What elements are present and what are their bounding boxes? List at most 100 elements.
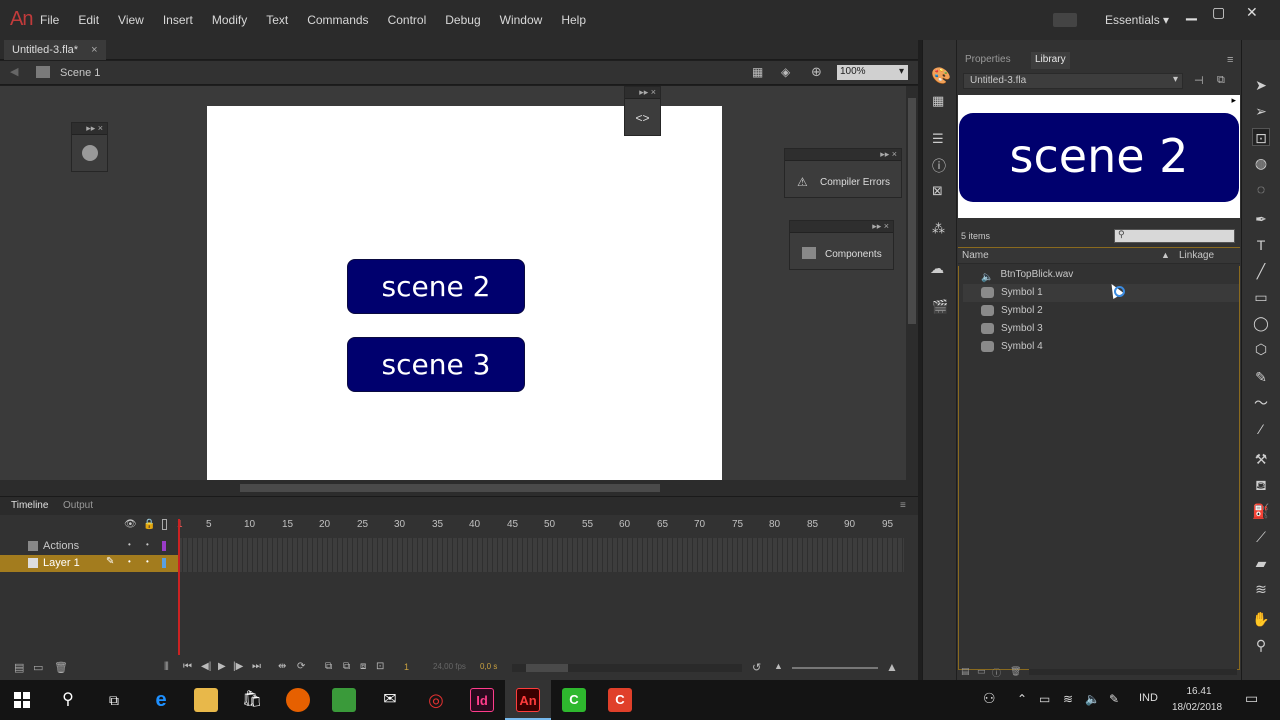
stage-vertical-scrollbar[interactable] [906, 86, 918, 480]
onion-skin-icon[interactable]: ⧉ [325, 661, 332, 672]
oval-tool-icon[interactable]: ◯ [1252, 314, 1270, 332]
timeline-hscroll[interactable] [512, 664, 742, 672]
bone-tool-icon[interactable]: ⚒ [1252, 450, 1270, 468]
fps-readout[interactable]: 24,00 fps [433, 662, 466, 671]
zoom-small-icon[interactable]: ▲ [774, 661, 783, 671]
animate-icon[interactable]: An [516, 688, 540, 712]
loop-icon[interactable]: ⟳ [297, 661, 305, 672]
layer-color-swatch[interactable] [162, 558, 166, 568]
center-frame-icon[interactable]: ⇹ [278, 661, 286, 672]
library-search-input[interactable]: ⚲ [1114, 229, 1235, 243]
step-back-icon[interactable]: ◀| [201, 661, 211, 672]
layer-row-layer-1[interactable]: Layer 1 ✎ • • [0, 555, 178, 572]
compiler-errors-label[interactable]: Compiler Errors [820, 177, 890, 188]
code-icon[interactable]: <> [625, 111, 660, 125]
selection-tool-icon[interactable]: ➤ [1252, 76, 1270, 94]
menu-help[interactable]: Help [561, 13, 586, 27]
list-item[interactable]: Symbol 1 [963, 284, 1239, 302]
polystar-tool-icon[interactable]: ⬡ [1252, 340, 1270, 358]
close-icon[interactable]: ✕ [1246, 4, 1258, 21]
new-library-panel-icon[interactable]: ⧉ [1217, 74, 1225, 87]
camtasia-icon[interactable]: C [562, 688, 586, 712]
document-tab[interactable]: Untitled-3.fla* × [4, 40, 106, 60]
scroll-thumb[interactable] [240, 484, 660, 492]
cc-libraries-icon[interactable]: ☁ [930, 260, 944, 277]
hand-tool-icon[interactable]: ✋ [1252, 610, 1270, 628]
frames-row-actions[interactable] [178, 538, 904, 555]
eraser-tool-icon[interactable]: ▰ [1252, 554, 1270, 572]
visibility-dot[interactable]: • [128, 557, 131, 566]
library-hscroll[interactable] [1029, 669, 1237, 675]
edit-multiple-icon[interactable]: ⧈ [360, 661, 366, 672]
layer-name[interactable]: Layer 1 [43, 557, 80, 569]
scene-3-button[interactable]: scene 3 [347, 337, 525, 392]
pen-input-icon[interactable]: ✎ [1109, 692, 1119, 706]
paint-bucket-tool-icon[interactable]: ⛾ [1252, 476, 1270, 494]
playhead[interactable] [178, 519, 180, 655]
library-document-select[interactable]: Untitled-3.fla ▾ [963, 73, 1183, 89]
motion-presets-icon[interactable]: ⁂ [932, 221, 945, 237]
maximize-icon[interactable]: ▢ [1212, 4, 1225, 21]
clock-date[interactable]: 18/02/2018 [1172, 702, 1222, 713]
mail-icon[interactable]: ✉ [378, 688, 402, 712]
close-tab-icon[interactable]: × [91, 44, 97, 56]
info-icon[interactable]: ⓘ [932, 156, 946, 176]
panel-menu-icon[interactable]: ≡ [1227, 54, 1233, 66]
eye-icon[interactable]: 👁 [124, 519, 137, 530]
stage-horizontal-scrollbar[interactable] [0, 480, 918, 496]
wifi-icon[interactable]: ≋ [1063, 692, 1073, 706]
tab-timeline[interactable]: Timeline [11, 500, 48, 511]
width-tool-icon[interactable]: ≋ [1252, 580, 1270, 598]
zoom-large-icon[interactable]: ▲ [886, 660, 898, 674]
file-explorer-icon[interactable] [194, 688, 218, 712]
motion-editor-icon[interactable] [81, 145, 98, 161]
line-tool-icon[interactable]: ╱ [1252, 262, 1270, 280]
pencil-tool-icon[interactable]: ✎ [1252, 368, 1270, 386]
panel-menu-icon[interactable]: ≡ [900, 500, 906, 511]
app-circle-icon[interactable]: ◎ [424, 688, 448, 712]
paint-brush-tool-icon[interactable]: 〜 [1252, 394, 1270, 412]
zoom-select[interactable]: 100% ▾ [837, 65, 908, 80]
notepad-plus-icon[interactable] [332, 688, 356, 712]
step-forward-icon[interactable]: |▶ [233, 661, 243, 672]
scene-2-button[interactable]: scene 2 [347, 259, 525, 314]
frame-zoom-slider[interactable] [792, 667, 878, 669]
frames-row-layer-1[interactable] [178, 555, 904, 572]
align-icon[interactable]: ☰ [932, 131, 944, 147]
scroll-thumb[interactable] [908, 98, 916, 324]
edge-browser-icon[interactable]: e [149, 688, 173, 712]
menu-debug[interactable]: Debug [445, 13, 480, 27]
people-icon[interactable]: ⚇ [983, 690, 996, 707]
text-tool-icon[interactable]: T [1252, 236, 1270, 254]
play-icon[interactable]: ▶ [218, 661, 226, 672]
layer-name[interactable]: Actions [43, 540, 79, 552]
rectangle-tool-icon[interactable]: ▭ [1252, 288, 1270, 306]
elapsed-time[interactable]: 0,0 s [480, 662, 497, 671]
scene-panel-icon[interactable]: 🎬 [932, 299, 948, 315]
current-frame[interactable]: 1 [404, 662, 409, 672]
properties-icon[interactable]: ⓘ [992, 666, 1001, 679]
menu-control[interactable]: Control [388, 13, 427, 27]
edit-scene-icon[interactable]: ▦ [752, 65, 763, 79]
layer-row-actions[interactable]: Actions • • [0, 538, 178, 555]
clock-time[interactable]: 16.41 [1186, 686, 1212, 697]
list-item[interactable]: Symbol 3 [963, 320, 1239, 338]
search-icon[interactable]: ⚲ [56, 688, 80, 712]
new-folder-icon[interactable]: ▭ [33, 661, 43, 674]
visibility-dot[interactable]: • [128, 540, 131, 549]
pen-tool-icon[interactable]: ✒ [1252, 210, 1270, 228]
task-view-icon[interactable]: ⧉ [102, 688, 126, 712]
first-frame-icon[interactable]: ⏮ [183, 661, 192, 672]
windows-start-icon[interactable] [14, 692, 30, 708]
sort-ascending-icon[interactable]: ▲ [1161, 250, 1170, 260]
workspace-switcher[interactable]: Essentials ▾ [1105, 13, 1169, 27]
zoom-tool-icon[interactable]: ⚲ [1252, 636, 1270, 654]
lock-dot[interactable]: • [146, 540, 149, 549]
eyedropper-tool-icon[interactable]: ⟋ [1252, 528, 1270, 546]
language-indicator[interactable]: IND [1139, 692, 1158, 704]
lock-dot[interactable]: • [146, 557, 149, 566]
free-transform-tool-icon[interactable]: ⊡ [1252, 128, 1270, 146]
indesign-icon[interactable]: Id [470, 688, 494, 712]
list-item[interactable]: 🔈 BtnTopBlick.wav [963, 266, 1239, 284]
pin-icon[interactable]: ⊣ [1194, 74, 1204, 87]
